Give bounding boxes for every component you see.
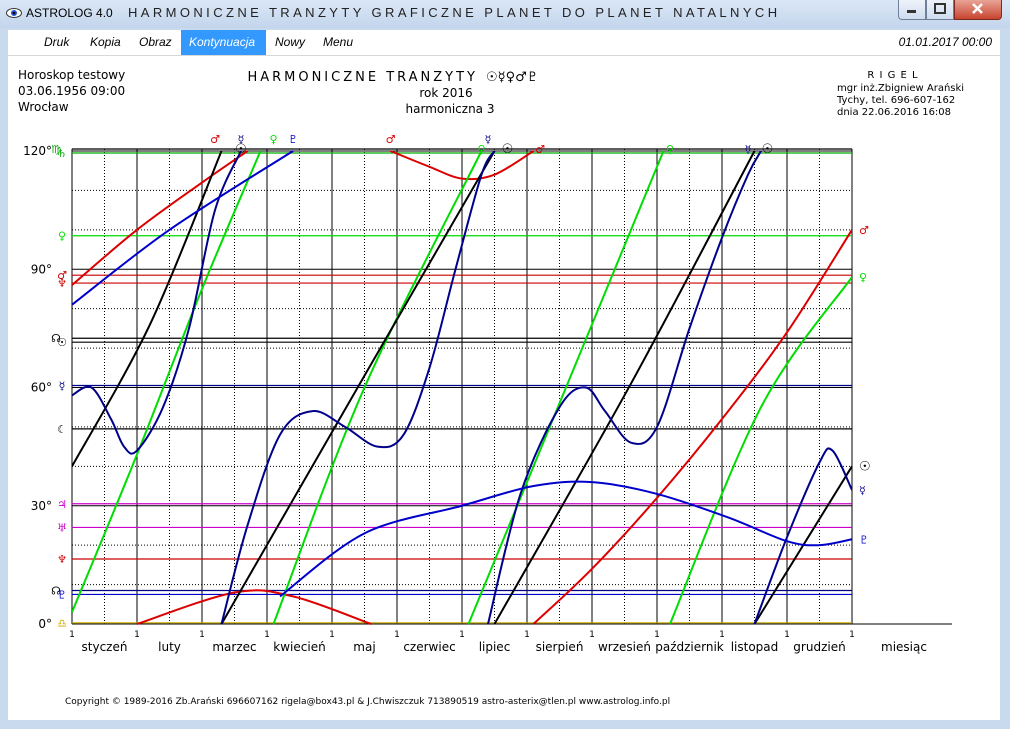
menu-nowy[interactable]: Nowy bbox=[267, 30, 313, 55]
y-tick-label: 120° bbox=[23, 144, 52, 158]
close-icon bbox=[972, 3, 983, 14]
top-planet-glyph: ♀ bbox=[666, 143, 674, 156]
top-planet-glyph: ♂ bbox=[535, 143, 545, 156]
top-planet-glyph: ☉ bbox=[762, 142, 774, 157]
eye-icon bbox=[6, 8, 22, 18]
month-label: marzec bbox=[212, 640, 256, 654]
natal-glyph: ♆ bbox=[57, 277, 67, 290]
chart-grid bbox=[71, 149, 853, 625]
x-tick-label: 1 bbox=[134, 630, 140, 640]
y-tick-label: 30° bbox=[31, 499, 52, 513]
maximize-button[interactable] bbox=[926, 0, 954, 20]
natal-glyph: ♅ bbox=[57, 521, 67, 534]
x-tick-label: 1 bbox=[784, 630, 790, 640]
author-name: R I G E L bbox=[867, 70, 918, 81]
top-planet-glyph: ♀ bbox=[269, 133, 277, 146]
month-label: maj bbox=[353, 640, 375, 654]
chart-title-glyphs: ☉☿♀♂♇ bbox=[486, 70, 538, 85]
transit-curve-mercury bbox=[72, 150, 242, 455]
x-tick-label: 1 bbox=[394, 630, 400, 640]
x-tick-label: 1 bbox=[719, 630, 725, 640]
top-planet-glyph: ☉ bbox=[235, 142, 247, 157]
horoscope-info-line: 03.06.1956 09:00 bbox=[18, 84, 125, 98]
natal-glyph: ♀ bbox=[58, 230, 66, 243]
minimize-icon bbox=[907, 10, 916, 13]
x-tick-label: 1 bbox=[264, 630, 270, 640]
natal-glyph: ♃ bbox=[57, 498, 67, 511]
menu-kontynuacja[interactable]: Kontynuacja bbox=[181, 30, 266, 55]
natal-glyph: ♇ bbox=[57, 588, 67, 601]
horoscope-info-line: Wrocław bbox=[18, 100, 69, 114]
x-tick-label: 1 bbox=[69, 630, 75, 640]
chart-harmonic: harmoniczna 3 bbox=[406, 102, 495, 116]
transit-curve-mercury bbox=[753, 447, 852, 625]
x-axis-label: miesiąc bbox=[881, 640, 927, 654]
author-info-line: dnia 22.06.2016 16:08 bbox=[837, 107, 951, 118]
transit-curve-mars bbox=[136, 589, 372, 625]
natal-glyph: ☉ bbox=[57, 336, 67, 349]
top-planet-glyph: ♂ bbox=[386, 133, 396, 146]
menu-kopia[interactable]: Kopia bbox=[82, 30, 129, 55]
month-label: sierpień bbox=[536, 640, 584, 654]
datetime-display: 01.01.2017 00:00 bbox=[898, 35, 992, 49]
month-label: wrzesień bbox=[598, 640, 651, 654]
copyright-text: Copyright © 1989-2016 Zb.Arański 6966071… bbox=[65, 697, 670, 707]
window-frame-bottom bbox=[0, 720, 1010, 729]
author-info-line: mgr inż.Zbigniew Arański bbox=[837, 82, 964, 94]
horoscope-info-line: Horoskop testowy bbox=[18, 68, 125, 82]
transit-curve-venus bbox=[72, 150, 262, 613]
natal-glyph: ♎ bbox=[57, 617, 67, 630]
month-label: grudzień bbox=[793, 640, 845, 654]
month-label: czerwiec bbox=[403, 640, 455, 654]
top-planet-glyph: ♂ bbox=[210, 133, 220, 146]
natal-glyph: ☾ bbox=[57, 423, 67, 436]
x-tick-label: 1 bbox=[199, 630, 205, 640]
month-label: kwiecień bbox=[273, 640, 325, 654]
month-label: lipiec bbox=[479, 640, 511, 654]
month-label: listopad bbox=[731, 640, 779, 654]
month-label: styczeń bbox=[82, 640, 128, 654]
natal-glyph: ♄ bbox=[57, 147, 67, 160]
author-info-line: Tychy, tel. 696-607-162 bbox=[836, 95, 955, 106]
minimize-button[interactable] bbox=[898, 0, 926, 20]
app-name: ASTROLOG 4.0 bbox=[26, 6, 113, 20]
menu-obraz[interactable]: Obraz bbox=[131, 30, 180, 55]
x-tick-label: 1 bbox=[459, 630, 465, 640]
right-planet-glyph: ♀ bbox=[859, 271, 867, 284]
y-tick-label: 0° bbox=[38, 617, 52, 631]
top-planet-glyph: ♀ bbox=[477, 143, 485, 156]
window-title: HARMONICZNE TRANZYTY GRAFICZNE PLANET DO… bbox=[128, 5, 781, 20]
chart-title: HARMONICZNE TRANZYTY bbox=[247, 70, 478, 85]
top-planet-glyph: ♇ bbox=[288, 133, 298, 146]
top-planet-glyph: ☿ bbox=[485, 133, 492, 146]
natal-glyph: ♆ bbox=[57, 553, 67, 566]
close-button[interactable] bbox=[954, 0, 1002, 20]
x-tick-label: 1 bbox=[589, 630, 595, 640]
x-tick-label: 1 bbox=[524, 630, 530, 640]
right-planet-glyph: ☿ bbox=[859, 484, 866, 497]
title-bar[interactable]: ASTROLOG 4.0 HARMONICZNE TRANZYTY GRAFIC… bbox=[0, 0, 1010, 28]
menu-druk[interactable]: Druk bbox=[36, 30, 77, 55]
top-planet-glyph: ☉ bbox=[502, 142, 514, 157]
x-tick-label: 1 bbox=[654, 630, 660, 640]
y-tick-label: 60° bbox=[31, 381, 52, 395]
transit-curve-pluto bbox=[72, 150, 294, 306]
natal-glyph: ☿ bbox=[59, 380, 66, 393]
y-tick-label: 90° bbox=[31, 262, 52, 276]
menu-menu[interactable]: Menu bbox=[315, 30, 361, 55]
top-planet-glyph: ☿ bbox=[745, 143, 752, 156]
chart-year: rok 2016 bbox=[419, 86, 472, 100]
month-label: luty bbox=[158, 640, 181, 654]
x-tick-label: 1 bbox=[849, 630, 855, 640]
transit-curve-sun bbox=[72, 150, 223, 467]
x-tick-label: 1 bbox=[329, 630, 335, 640]
maximize-icon bbox=[934, 3, 946, 14]
transit-curve-mars bbox=[72, 150, 249, 286]
right-planet-glyph: ☉ bbox=[859, 459, 871, 474]
month-label: październik bbox=[655, 640, 724, 654]
menu-bar: Druk Kopia Obraz Kontynuacja Nowy Menu 0… bbox=[8, 30, 1000, 56]
right-planet-glyph: ♇ bbox=[859, 533, 869, 546]
transit-chart: Horoskop testowy 03.06.1956 09:00 Wrocław H… bbox=[18, 68, 964, 707]
right-planet-glyph: ♂ bbox=[859, 224, 869, 237]
